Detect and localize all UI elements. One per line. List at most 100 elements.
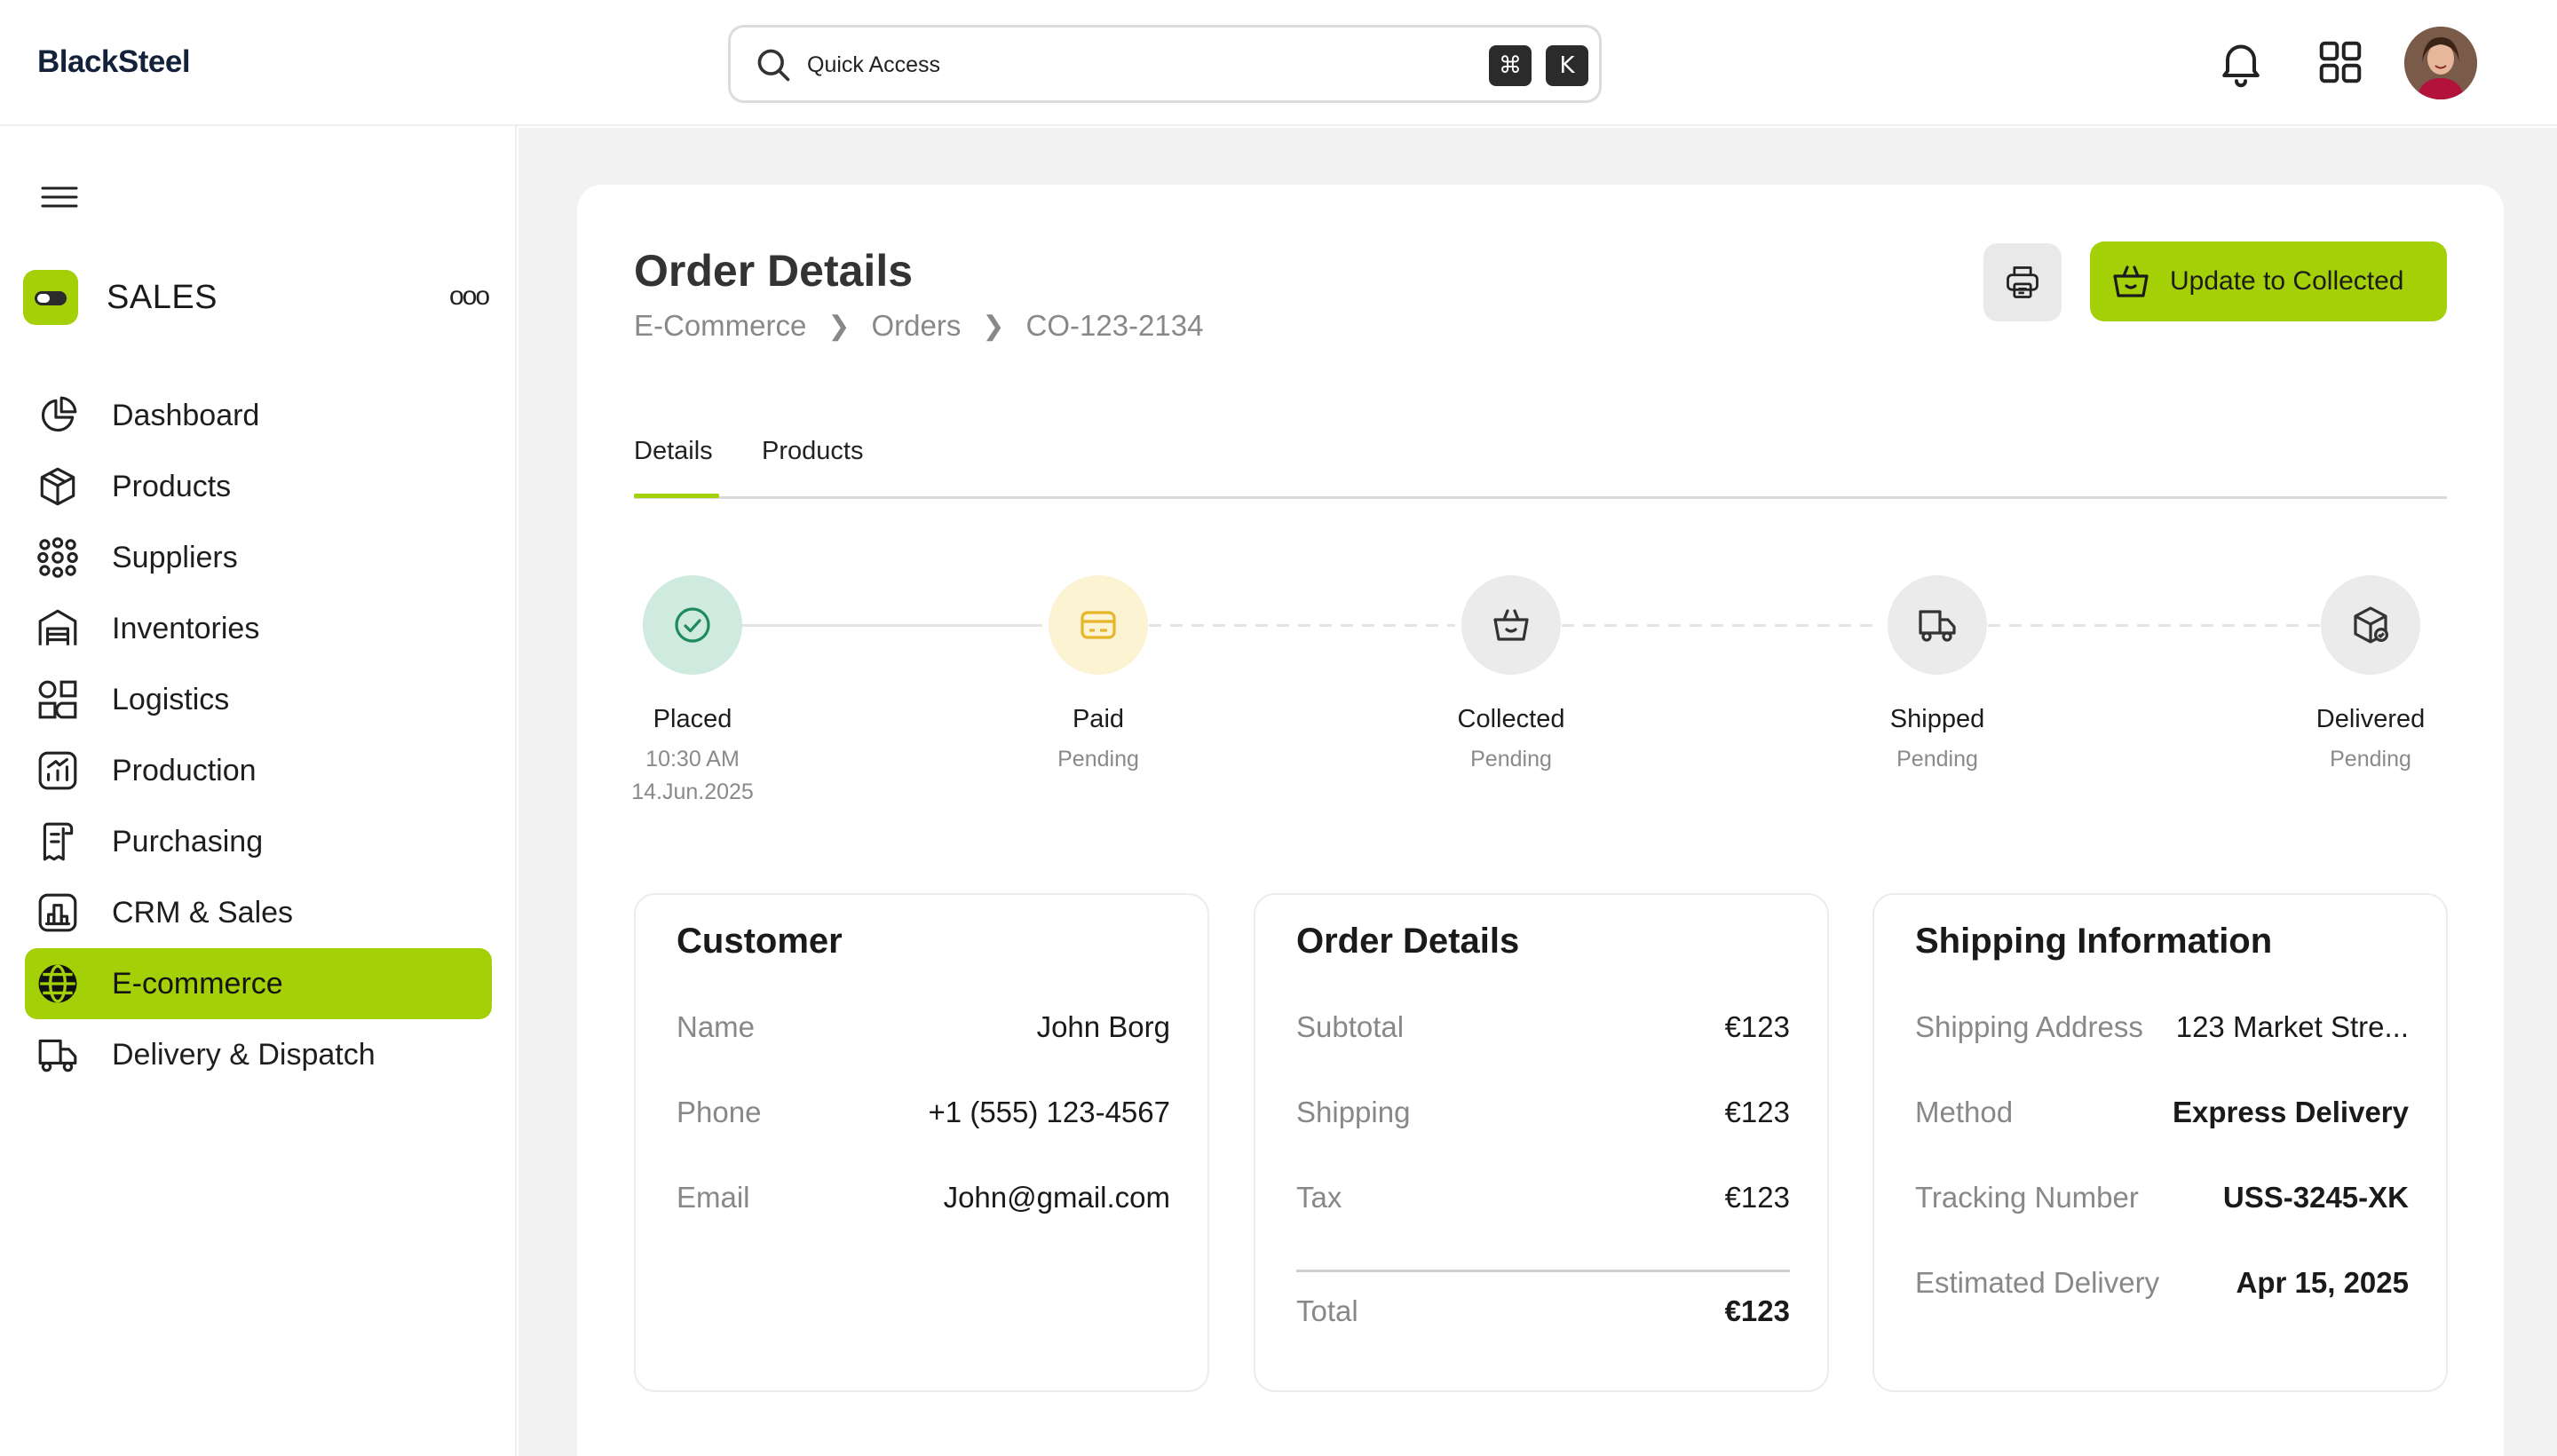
step-status: Pending [1896,747,1978,772]
step-name: Collected [1457,705,1565,733]
breadcrumb: E-Commerce ❯ Orders ❯ CO-123-2134 [634,309,1203,343]
apps-grid-icon[interactable] [2314,36,2367,89]
estimated-delivery-row: Estimated Delivery Apr 15, 2025 [1915,1266,2409,1310]
shortcut-cmd-key: ⌘ [1489,45,1532,86]
row-label: Total [1296,1294,1358,1327]
row-value: €123 [1724,1096,1790,1128]
row-label: Estimated Delivery [1915,1266,2160,1299]
shipping-card-title: Shipping Information [1915,922,2273,961]
sidebar-item-label: Dashboard [112,398,260,432]
total-row: Total €123 [1296,1294,1790,1339]
tracking-number-row: Tracking Number USS-3245-XK [1915,1181,2409,1225]
sidebar-item-suppliers[interactable]: Suppliers [25,522,492,593]
tab-details[interactable]: Details [634,437,713,466]
customer-card: Customer Name John Borg Phone +1 (555) 1… [634,893,1209,1392]
more-options-icon[interactable]: ooo [449,281,490,312]
step-status: Pending [1470,747,1552,772]
row-label: Phone [677,1096,762,1128]
sidebar-item-label: E-commerce [112,966,283,1001]
update-to-collected-label: Update to Collected [2170,266,2404,296]
bar-chart-icon [38,893,77,932]
shipping-cost-row: Shipping €123 [1296,1096,1790,1140]
basket-icon [1461,575,1561,675]
pie-chart-icon [41,396,77,432]
page-title: Order Details [634,246,914,296]
customer-name-row: Name John Borg [677,1010,1170,1055]
row-value: John Borg [1036,1010,1170,1043]
quick-access-search[interactable]: Quick Access ⌘ K [728,25,1602,103]
globe-icon [38,964,77,1003]
sidebar-item-delivery-dispatch[interactable]: Delivery & Dispatch [25,1019,492,1090]
sidebar-item-label: Delivery & Dispatch [112,1037,376,1072]
row-label: Shipping [1296,1096,1411,1128]
active-tab-indicator [634,494,719,498]
order-details-card: Order Details E-Commerce ❯ Orders ❯ CO-1… [577,185,2504,1456]
order-status-stepper: Placed 10:30 AM 14.Jun.2025 Paid Pending… [631,575,2447,842]
sidebar-item-purchasing[interactable]: Purchasing [25,806,492,877]
row-value[interactable]: USS-3245-XK [2223,1181,2409,1215]
row-label: Tracking Number [1915,1181,2139,1214]
app-logo[interactable]: BlackSteel [37,44,191,80]
sidebar-item-label: Suppliers [112,540,238,574]
basket-icon [2113,265,2149,297]
order-card-title: Order Details [1296,922,1520,961]
step-status: Pending [1057,747,1139,772]
network-icon [37,537,78,578]
box-icon [40,467,75,506]
row-label: Method [1915,1096,2014,1128]
customer-email-row: Email John@gmail.com [677,1181,1170,1225]
step-shipped: Shipped Pending [1831,575,2044,776]
order-summary-card: Order Details Subtotal €123 Shipping €12… [1254,893,1829,1392]
row-label: Tax [1296,1181,1342,1214]
shipping-method-row: Method Express Delivery [1915,1096,2409,1140]
sidebar-item-crm-sales[interactable]: CRM & Sales [25,877,492,948]
sidebar-item-production[interactable]: Production [25,735,492,806]
sidebar-item-dashboard[interactable]: Dashboard [25,380,492,451]
row-value: Express Delivery [2172,1096,2409,1128]
user-avatar[interactable] [2404,27,2477,99]
package-check-icon [2321,575,2420,675]
tab-bar: Details Products [634,424,2447,499]
step-delivered: Delivered Pending [2264,575,2477,776]
row-value: €123 [1724,1181,1790,1214]
row-value: +1 (555) 123-4567 [928,1096,1170,1128]
breadcrumb-orders[interactable]: Orders [872,309,962,343]
shipping-information-card: Shipping Information Shipping Address 12… [1872,893,2448,1392]
sidebar-item-label: Logistics [112,682,230,716]
search-icon [757,49,790,82]
step-collected: Collected Pending [1405,575,1618,776]
step-status: Pending [2330,747,2411,772]
tax-row: Tax €123 [1296,1181,1790,1225]
tab-products[interactable]: Products [762,437,863,466]
sidebar-item-logistics[interactable]: Logistics [25,664,492,735]
update-to-collected-button[interactable]: Update to Collected [2090,241,2447,321]
sidebar-item-products[interactable]: Products [25,451,492,522]
sales-module-toggle-icon [23,270,78,325]
row-label: Email [677,1181,750,1214]
sidebar-nav: Dashboard Products Suppliers Inventories… [25,380,492,1090]
step-time: 10:30 AM [645,747,740,772]
shipping-address-row: Shipping Address 123 Market Stre... [1915,1010,2409,1055]
shortcut-k-key: K [1546,45,1588,86]
printer-icon [2007,266,2038,298]
customer-phone-row: Phone +1 (555) 123-4567 [677,1096,1170,1140]
step-name: Shipped [1889,705,1985,733]
row-label: Subtotal [1296,1010,1405,1043]
sidebar-item-inventories[interactable]: Inventories [25,593,492,664]
row-value: 123 Market Stre... [2175,1010,2409,1043]
hamburger-menu-icon[interactable] [39,179,80,215]
row-value: John@gmail.com [943,1181,1170,1214]
top-bar: BlackSteel Quick Access ⌘ K [0,0,2557,126]
truck-icon [1888,575,1987,675]
sidebar-item-e-commerce[interactable]: E-commerce [25,948,492,1019]
search-placeholder: Quick Access [807,52,941,77]
sidebar-item-label: Products [112,469,232,503]
print-button[interactable] [1983,243,2062,321]
breadcrumb-order-id: CO-123-2134 [1025,309,1204,342]
bell-icon[interactable] [2214,36,2268,89]
subtotal-row: Subtotal €123 [1296,1010,1790,1055]
module-title[interactable]: SALES [107,279,218,317]
receipt-icon [43,822,74,861]
chart-up-icon [38,751,77,790]
breadcrumb-e-commerce[interactable]: E-Commerce [634,309,806,343]
